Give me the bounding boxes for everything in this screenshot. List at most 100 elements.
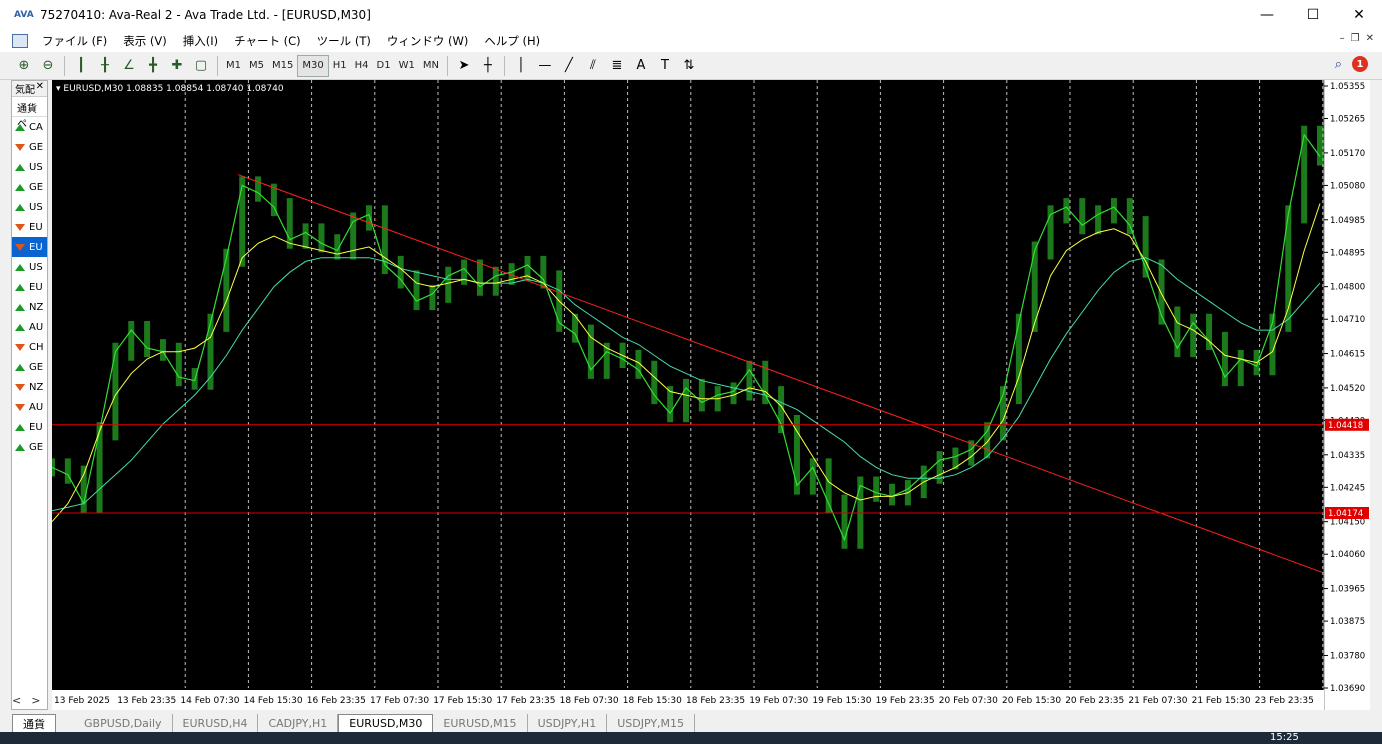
x-tick-label: 19 Feb 23:35 <box>876 696 935 706</box>
chart-area[interactable]: 1.05355 1.05265 1.05170 1.05080 1.04985 1.048… <box>49 80 1370 710</box>
arrow-up-icon <box>15 283 25 291</box>
symbol-row[interactable]: AU <box>12 397 47 417</box>
symbol-row[interactable]: US <box>12 257 47 277</box>
x-tick-label: 21 Feb 15:30 <box>1192 696 1251 706</box>
symbol-label: GE <box>29 441 44 453</box>
chart-tab[interactable]: USDJPY,H1 <box>528 714 608 732</box>
text-icon[interactable]: A <box>629 55 653 77</box>
search-icon[interactable]: ⌕ <box>1335 57 1342 72</box>
close-button[interactable]: ✕ <box>1336 0 1382 30</box>
y-tick-label: 1.03875 <box>1330 617 1365 627</box>
template-icon[interactable]: ▢ <box>189 55 213 77</box>
indicators-icon[interactable]: ✚ <box>165 55 189 77</box>
menu-chart[interactable]: チャート (C) <box>226 33 309 49</box>
tf-h1[interactable]: H1 <box>329 55 351 77</box>
y-tick-label: 1.05265 <box>1330 115 1365 125</box>
chart-tab[interactable]: GBPUSD,Daily <box>74 714 173 732</box>
y-tick-label: 1.03780 <box>1330 651 1365 661</box>
x-tick-label: 17 Feb 07:30 <box>370 696 429 706</box>
symbol-row[interactable]: EU <box>12 217 47 237</box>
symbol-row[interactable]: GE <box>12 137 47 157</box>
crosshair-icon[interactable]: ┼ <box>476 55 500 77</box>
menu-tools[interactable]: ツール (T) <box>309 33 379 49</box>
symbol-row[interactable]: US <box>12 197 47 217</box>
symbol-label: AU <box>29 321 44 333</box>
y-tick-label: 1.04710 <box>1330 315 1365 325</box>
tf-mn[interactable]: MN <box>419 55 443 77</box>
symbol-row[interactable]: GE <box>12 437 47 457</box>
menu-file[interactable]: ファイル (F) <box>34 33 115 49</box>
toolbar: ⊕ ⊖ ┃ ╂ ∠ ╋ ✚ ▢ M1 M5 M15 M30 H1 H4 D1 W… <box>0 52 1382 80</box>
zoom-out-icon[interactable]: ⊖ <box>36 55 60 77</box>
scroll-right-icon[interactable]: > <box>31 694 40 707</box>
symbol-label: NZ <box>29 301 44 313</box>
symbol-row[interactable]: NZ <box>12 377 47 397</box>
notification-badge[interactable]: 1 <box>1352 56 1368 72</box>
tf-m15[interactable]: M15 <box>268 55 297 77</box>
symbol-label: GE <box>29 141 44 153</box>
symbol-row[interactable]: AU <box>12 317 47 337</box>
y-tick-label: 1.05080 <box>1330 181 1365 191</box>
mdi-minimize-button[interactable]: – <box>1340 33 1345 44</box>
tf-m1[interactable]: M1 <box>222 55 245 77</box>
hline-price-label: 1.04418 <box>1328 421 1363 431</box>
scroll-left-icon[interactable]: < <box>12 694 21 707</box>
mdi-close-button[interactable]: ✕ <box>1366 33 1374 44</box>
market-watch-title: 気配 <box>15 85 35 96</box>
vertical-line-icon[interactable]: │ <box>509 55 533 77</box>
symbol-row[interactable]: CH <box>12 337 47 357</box>
chart-info-label: ▾ EURUSD,M30 1.08835 1.08854 1.08740 1.0… <box>56 84 284 94</box>
chart-tab[interactable]: EURUSD,M15 <box>433 714 528 732</box>
chart-tab[interactable]: EURUSD,H4 <box>173 714 259 732</box>
cursor-icon[interactable]: ➤ <box>452 55 476 77</box>
menu-help[interactable]: ヘルプ (H) <box>476 33 548 49</box>
symbol-row[interactable]: EU <box>12 237 47 257</box>
horizontal-line-icon[interactable]: — <box>533 55 557 77</box>
mdi-chart-icon[interactable] <box>12 34 28 48</box>
auto-scroll-icon[interactable]: ╋ <box>141 55 165 77</box>
symbol-label: EU <box>29 221 43 233</box>
tf-h4[interactable]: H4 <box>351 55 373 77</box>
channel-icon[interactable]: ⫽ <box>581 55 605 77</box>
close-icon[interactable]: ✕ <box>36 81 44 96</box>
chart-tabs: 通貨 GBPUSD,Daily EURUSD,H4 CADJPY,H1 EURUSD,… <box>0 712 1382 732</box>
y-tick-label: 1.04335 <box>1330 451 1365 461</box>
candlestick-icon[interactable]: ╂ <box>93 55 117 77</box>
line-chart-icon[interactable]: ∠ <box>117 55 141 77</box>
tf-m5[interactable]: M5 <box>245 55 268 77</box>
x-tick-label: 17 Feb 23:35 <box>496 696 555 706</box>
y-tick-label: 1.05170 <box>1330 149 1365 159</box>
symbol-row[interactable]: NZ <box>12 297 47 317</box>
maximize-button[interactable]: ☐ <box>1290 0 1336 30</box>
fibonacci-icon[interactable]: ≣ <box>605 55 629 77</box>
mdi-restore-button[interactable]: ❐ <box>1351 33 1360 44</box>
chart-tab[interactable]: USDJPY,M15 <box>607 714 696 732</box>
symbol-row[interactable]: GE <box>12 357 47 377</box>
arrows-icon[interactable]: ⇅ <box>677 55 701 77</box>
menu-insert[interactable]: 挿入(I) <box>175 33 226 49</box>
sidebar-bottom-tab[interactable]: 通貨 <box>12 714 56 732</box>
chart-tab[interactable]: CADJPY,H1 <box>258 714 339 732</box>
tf-w1[interactable]: W1 <box>395 55 419 77</box>
zoom-in-icon[interactable]: ⊕ <box>12 55 36 77</box>
menu-window[interactable]: ウィンドウ (W) <box>379 33 477 49</box>
y-tick-label: 1.04060 <box>1330 550 1365 560</box>
minimize-button[interactable]: — <box>1244 0 1290 30</box>
menu-view[interactable]: 表示 (V) <box>115 33 175 49</box>
price-chart[interactable]: 1.05355 1.05265 1.05170 1.05080 1.04985 1.048… <box>49 80 1370 710</box>
y-tick-label: 1.04800 <box>1330 283 1365 293</box>
symbol-row[interactable]: EU <box>12 417 47 437</box>
tf-d1[interactable]: D1 <box>373 55 395 77</box>
bar-chart-icon[interactable]: ┃ <box>69 55 93 77</box>
symbol-row[interactable]: EU <box>12 277 47 297</box>
tf-m30[interactable]: M30 <box>297 54 329 77</box>
symbol-row[interactable]: GE <box>12 177 47 197</box>
trendline-icon[interactable]: ╱ <box>557 55 581 77</box>
chart-tab[interactable]: EURUSD,M30 <box>338 714 434 732</box>
text-label-icon[interactable]: T <box>653 55 677 77</box>
symbol-label: CA <box>29 121 43 133</box>
symbol-row[interactable]: US <box>12 157 47 177</box>
symbol-label: US <box>29 261 43 273</box>
hline-price-label: 1.04174 <box>1328 509 1363 519</box>
y-tick-label: 1.03965 <box>1330 585 1365 595</box>
